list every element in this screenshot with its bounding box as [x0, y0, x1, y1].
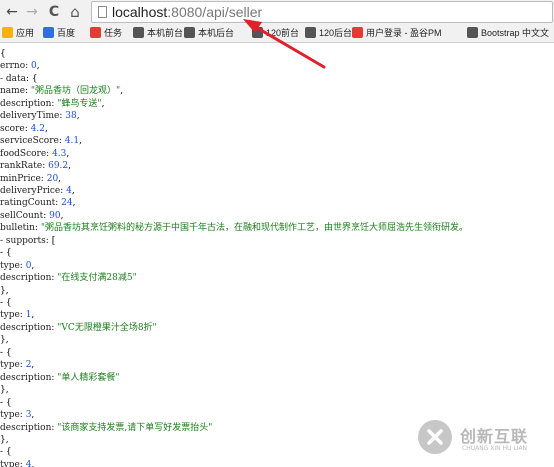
bookmark-item[interactable]: 本机前台: [133, 25, 183, 42]
watermark-cn-text: 创新互联: [460, 427, 529, 446]
json-line-text: description: "该商家支持发票,请下单写好发票抬头": [0, 422, 213, 433]
bookmark-favicon-icon: [467, 27, 478, 38]
json-line-text: serviceScore: 4.1,: [0, 136, 82, 147]
json-line-text: type: 4,: [0, 459, 35, 467]
bookmark-item[interactable]: 百度: [43, 25, 75, 42]
json-line-text: - {: [0, 447, 12, 458]
home-button[interactable]: ⌂: [66, 3, 84, 21]
bookmark-item[interactable]: 120后台: [305, 25, 352, 42]
bookmark-item[interactable]: Bootstrap 中文文: [467, 25, 549, 42]
watermark-en-text: CHUANG XIN HU LIAN: [462, 445, 528, 452]
json-line-text: },: [0, 285, 9, 296]
json-line-text: deliveryTime: 38,: [0, 111, 80, 122]
url-host: localhost: [112, 4, 168, 20]
url-text[interactable]: localhost:8080/api/seller: [112, 3, 262, 21]
bookmark-favicon-icon: [305, 27, 316, 38]
url-path: :8080/api/seller: [167, 4, 263, 20]
json-line-text: name: "粥品香坊（回龙观）",: [0, 86, 124, 97]
bookmark-favicon-icon: [43, 27, 54, 38]
bookmark-item[interactable]: 120前台: [252, 25, 299, 42]
bookmark-label: 120前台: [266, 28, 300, 38]
bookmark-favicon-icon: [2, 27, 13, 38]
forward-button[interactable]: →: [24, 3, 40, 21]
json-line-text: - {: [0, 248, 12, 259]
address-bar[interactable]: localhost:8080/api/seller: [91, 1, 553, 23]
watermark-circle-icon: [418, 420, 452, 454]
reload-icon: C: [48, 4, 60, 20]
bookmark-label: Bootstrap 中文文: [481, 28, 550, 38]
bookmark-favicon-icon: [184, 27, 195, 38]
bookmark-label: 本机后台: [198, 28, 235, 38]
json-line-text: - {: [0, 298, 12, 308]
bookmark-favicon-icon: [352, 27, 363, 38]
json-line-text: type: 3,: [0, 410, 35, 421]
bookmark-label: 应用: [16, 28, 35, 38]
forward-arrow-icon: →: [26, 4, 38, 20]
back-button[interactable]: ←: [4, 3, 20, 21]
json-line-text: type: 2,: [0, 360, 35, 371]
json-line: description: "在线支付满28减5": [0, 271, 137, 286]
bookmark-label: 120后台: [319, 28, 353, 38]
json-line-text: sellCount: 90,: [0, 210, 64, 221]
json-line-text: - data: {: [0, 73, 38, 84]
watermark-x-icon: [427, 429, 443, 445]
watermark-logo: 创新互联 CHUANG XIN HU LIAN: [418, 417, 554, 467]
json-line-text: },: [0, 434, 9, 445]
json-line-text: rankRate: 69.2,: [0, 161, 72, 172]
json-line: description: "该商家支持发票,请下单写好发票抬头": [0, 421, 212, 436]
json-line-text: - supports: [: [0, 235, 56, 246]
json-line-text: bulletin: "粥品香坊其烹饪粥料的秘方源于中国千年古法，在融和现代制作工…: [0, 223, 468, 234]
json-line-text: minPrice: 20,: [0, 173, 62, 184]
bookmark-item[interactable]: 任务: [90, 25, 122, 42]
json-line-text: description: "VC无限橙果汁全场8折": [0, 322, 157, 333]
json-line-text: deliveryPrice: 4,: [0, 185, 75, 196]
bookmark-label: 百度: [57, 28, 76, 38]
json-line-text: description: "蜂鸟专送",: [0, 98, 105, 109]
bookmark-favicon-icon: [252, 27, 263, 38]
json-line: bulletin: "粥品香坊其烹饪粥料的秘方源于中国千年古法，在融和现代制作工…: [0, 221, 468, 236]
home-icon: ⌂: [70, 3, 80, 21]
json-line: description: "单人精彩套餐": [0, 371, 120, 386]
bookmark-favicon-icon: [90, 27, 101, 38]
json-line-text: - {: [0, 397, 12, 408]
json-line-text: foodScore: 4.3,: [0, 148, 70, 159]
browser-toolbar: ← → C ⌂ localhost:8080/api/seller: [0, 0, 554, 25]
bookmark-label: 任务: [104, 28, 123, 38]
bookmark-label: 本机前台: [147, 28, 184, 38]
json-line-text: score: 4.2,: [0, 123, 48, 134]
bookmarks-bar: 应用 百度 任务 本机前台 本机后台 120前台 120后台 用户登录 - 盈谷PM Boots…: [0, 25, 554, 43]
reload-button[interactable]: C: [46, 3, 62, 21]
json-line-text: errno: 0,: [0, 61, 40, 72]
json-line-text: description: "单人精彩套餐": [0, 372, 120, 383]
json-line: description: "VC无限橙果汁全场8折": [0, 321, 157, 336]
bookmark-item[interactable]: 本机后台: [184, 25, 234, 42]
json-line-text: ratingCount: 24,: [0, 198, 76, 209]
json-line-text: - {: [0, 347, 12, 358]
back-arrow-icon: ←: [6, 4, 18, 20]
page-icon: [98, 6, 107, 18]
bookmark-item[interactable]: 应用: [2, 25, 34, 42]
bookmark-label: 用户登录 - 盈谷PM: [366, 28, 442, 38]
json-line-text: },: [0, 335, 9, 346]
json-line: type: 4,: [0, 458, 34, 467]
json-line-text: },: [0, 385, 9, 396]
json-viewer: { errno: 0, - data: { name: "粥品香坊（回龙观）",…: [0, 43, 554, 467]
json-line-text: description: "在线支付满28减5": [0, 273, 137, 284]
json-line-text: {: [0, 49, 6, 59]
bookmark-item[interactable]: 用户登录 - 盈谷PM: [352, 25, 442, 42]
json-line-text: type: 0,: [0, 260, 35, 271]
bookmark-favicon-icon: [133, 27, 144, 38]
json-line-text: type: 1,: [0, 310, 35, 321]
